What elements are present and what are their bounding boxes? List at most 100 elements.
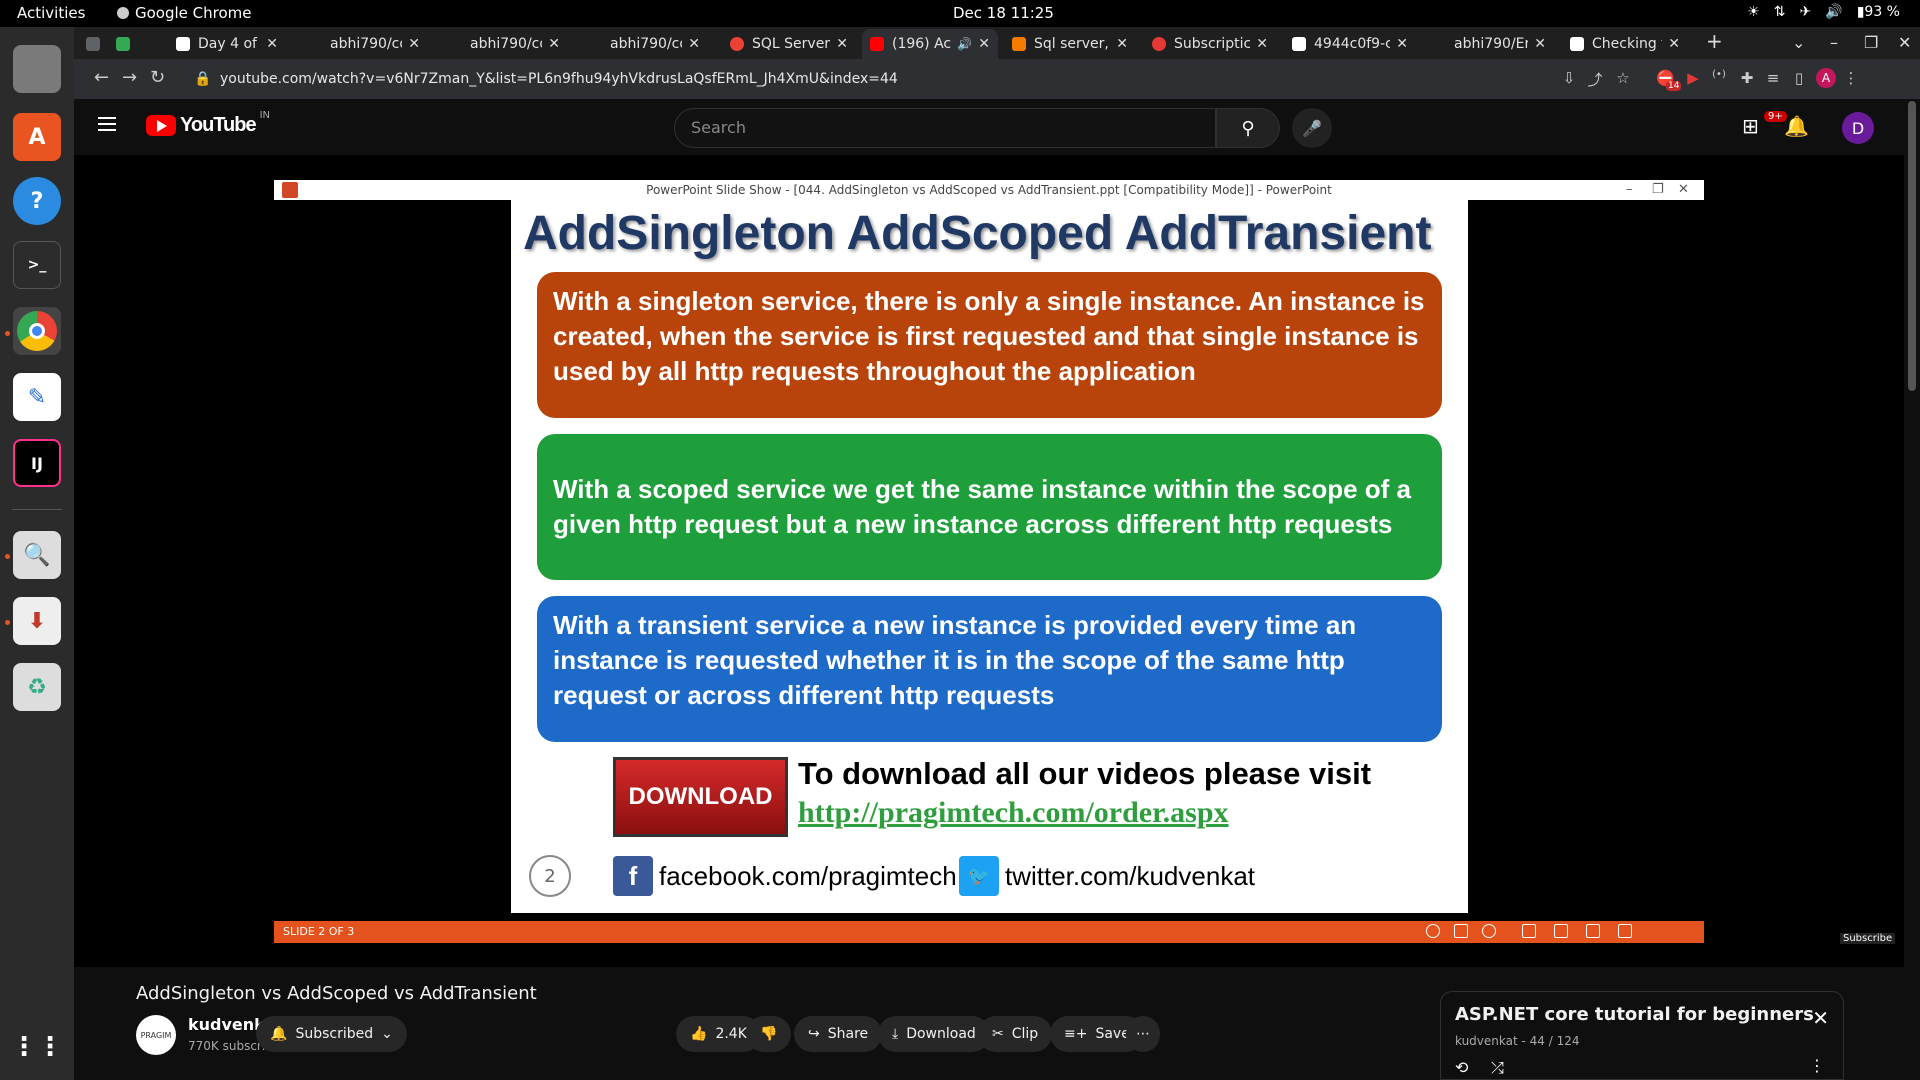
close-tab-icon[interactable]: ✕ — [978, 36, 990, 52]
close-tab-icon[interactable]: ✕ — [688, 36, 700, 52]
menu-icon[interactable] — [98, 117, 116, 131]
reading-list-icon[interactable]: ≡ — [1764, 69, 1782, 87]
close-window-icon[interactable]: ✕ — [1898, 33, 1911, 52]
powerpoint-icon — [282, 182, 298, 198]
close-tab-icon[interactable]: ✕ — [1396, 36, 1408, 52]
clip-button[interactable]: ✂ Clip — [978, 1016, 1053, 1052]
tab-2[interactable]: Day 4 of Sy ✕ — [168, 29, 286, 59]
tab-10[interactable]: 4944c0f9-c ✕ — [1284, 29, 1416, 59]
extension-dark-icon[interactable]: (•) — [1710, 69, 1728, 87]
clock[interactable]: Dec 18 11:25 — [953, 4, 1054, 22]
tab-11[interactable]: abhi790/Er ✕ — [1424, 29, 1554, 59]
intellij-icon[interactable]: IJ — [13, 439, 61, 487]
download-button[interactable]: ⤓ Download — [878, 1016, 990, 1052]
close-tab-icon[interactable]: ✕ — [548, 36, 560, 52]
video-player[interactable]: PowerPoint Slide Show - [044. AddSinglet… — [74, 155, 1920, 967]
app-menu[interactable]: Google Chrome — [117, 4, 252, 22]
download-manager-icon[interactable]: ⬇ — [13, 597, 61, 645]
tab-12[interactable]: Checking f ✕ — [1562, 29, 1688, 59]
extensions-puzzle-icon[interactable]: ✚ — [1738, 69, 1756, 87]
tab-7-active[interactable]: (196) Ac 🔊 ✕ — [862, 29, 998, 59]
youtube-logo-text: YouTube — [180, 114, 257, 136]
tab-5[interactable]: abhi790/co ✕ — [580, 29, 708, 59]
text-editor-icon[interactable]: ✎ — [13, 373, 61, 421]
youtube-logo[interactable]: YouTube IN — [146, 110, 270, 137]
new-tab-button[interactable]: + — [1706, 29, 1723, 53]
tab-search-icon[interactable]: ⌄ — [1792, 33, 1805, 52]
address-bar[interactable]: 🔒 youtube.com/watch?v=v6Nr7Zman_Y&list=P… — [178, 64, 1648, 94]
share-icon[interactable]: ⤴ — [1586, 69, 1604, 89]
terminal-icon[interactable]: >_ — [13, 241, 61, 289]
close-tab-icon[interactable]: ✕ — [1116, 36, 1128, 52]
minimize-icon[interactable]: – — [1830, 33, 1838, 52]
bookmark-star-icon[interactable]: ☆ — [1614, 69, 1632, 87]
tab-favicon — [86, 37, 100, 51]
side-panel-icon[interactable]: ▯ — [1790, 69, 1808, 87]
trash-icon[interactable]: ♻ — [13, 663, 61, 711]
forward-icon[interactable]: → — [122, 67, 137, 88]
youtube-play-icon — [146, 115, 176, 136]
profile-avatar[interactable]: A — [1816, 68, 1836, 88]
subscribed-button[interactable]: 🔔 Subscribed ⌄ — [256, 1016, 407, 1052]
dock: A ? >_ ✎ IJ 🔍 ⬇ ♻ ⋮⋮ — [0, 27, 74, 1080]
tab-title: Checking f — [1592, 36, 1663, 52]
system-tray[interactable]: ☀ ⇅ ✈ 🔊 ▮93 % — [1747, 4, 1900, 20]
close-tab-icon[interactable]: ✕ — [1256, 36, 1268, 52]
audio-playing-icon[interactable]: 🔊 — [957, 37, 972, 51]
account-avatar[interactable]: D — [1842, 112, 1874, 144]
tab-1[interactable] — [108, 29, 136, 59]
files-icon[interactable] — [13, 45, 61, 93]
playlist-title[interactable]: ASP.NET core tutorial for beginners — [1455, 1004, 1814, 1025]
tab-favicon — [1012, 37, 1026, 51]
chrome-menu-icon[interactable]: ⋮ — [1842, 69, 1860, 87]
chevron-down-icon: ⌄ — [381, 1026, 393, 1042]
channel-avatar[interactable]: PRAGIM — [136, 1015, 176, 1055]
maximize-icon[interactable]: ❐ — [1864, 33, 1878, 52]
voice-search-button[interactable]: 🎤 — [1292, 108, 1332, 148]
tab-0[interactable] — [78, 29, 106, 59]
close-tab-icon[interactable]: ✕ — [1668, 36, 1680, 52]
like-count: 2.4K — [715, 1026, 747, 1042]
tab-9[interactable]: Subscriptic ✕ — [1144, 29, 1276, 59]
subscribe-watermark[interactable]: Subscribe — [1840, 933, 1896, 944]
airplane-icon: ✈ — [1799, 4, 1812, 20]
close-icon[interactable]: ✕ — [1812, 1006, 1829, 1030]
tab-6[interactable]: SQL Server ✕ — [722, 29, 856, 59]
activities-button[interactable]: Activities — [17, 4, 85, 22]
search-input[interactable]: Search — [674, 108, 1216, 148]
close-tab-icon[interactable]: ✕ — [266, 36, 278, 52]
loop-icon[interactable]: ⟲ — [1455, 1058, 1468, 1077]
close-tab-icon[interactable]: ✕ — [408, 36, 420, 52]
show-apps-icon[interactable]: ⋮⋮ — [11, 1023, 63, 1071]
share-button[interactable]: ↪ Share — [794, 1016, 883, 1052]
slide-counter: SLIDE 2 OF 3 — [283, 925, 355, 938]
more-actions-button[interactable]: ⋯ — [1126, 1016, 1160, 1052]
tab-8[interactable]: Sql server, ✕ — [1004, 29, 1136, 59]
close-tab-icon[interactable]: ✕ — [836, 36, 848, 52]
tab-strip: Day 4 of Sy ✕ abhi790/co ✕ abhi790/co ✕ abh… — [74, 27, 1920, 59]
screenshot-icon[interactable]: 🔍 — [13, 531, 61, 579]
install-icon[interactable]: ⇩ — [1560, 69, 1578, 87]
search-button[interactable]: ⚲ — [1216, 108, 1280, 148]
shuffle-icon[interactable]: ⤮ — [1491, 1058, 1504, 1078]
page-scrollbar[interactable] — [1904, 99, 1920, 1080]
reload-icon[interactable]: ↻ — [150, 67, 165, 88]
youtube-header: YouTube IN Search ⚲ 🎤 ⊞ 🔔 9+ D — [74, 99, 1920, 155]
close-tab-icon[interactable]: ✕ — [1534, 36, 1546, 52]
tab-3[interactable]: abhi790/co ✕ — [300, 29, 428, 59]
playlist-menu-icon[interactable]: ⋮ — [1809, 1056, 1825, 1075]
powerpoint-window: PowerPoint Slide Show - [044. AddSinglet… — [274, 180, 1704, 943]
software-center-icon[interactable]: A — [13, 113, 61, 161]
chrome-dock-icon[interactable] — [13, 307, 61, 355]
help-icon[interactable]: ? — [13, 177, 61, 225]
tab-4[interactable]: abhi790/co ✕ — [440, 29, 568, 59]
back-icon[interactable]: ← — [94, 67, 109, 88]
extension-youtube-icon[interactable]: ▶ — [1684, 69, 1702, 87]
create-icon[interactable]: ⊞ — [1742, 114, 1759, 138]
site-info-icon[interactable]: 🔒 — [194, 64, 211, 94]
facebook-icon: f — [613, 856, 653, 896]
facebook-text: facebook.com/pragimtech — [659, 860, 957, 891]
scroll-thumb[interactable] — [1908, 101, 1916, 391]
dislike-button[interactable]: 👎 — [746, 1016, 792, 1052]
notifications-icon[interactable]: 🔔 — [1784, 114, 1809, 138]
